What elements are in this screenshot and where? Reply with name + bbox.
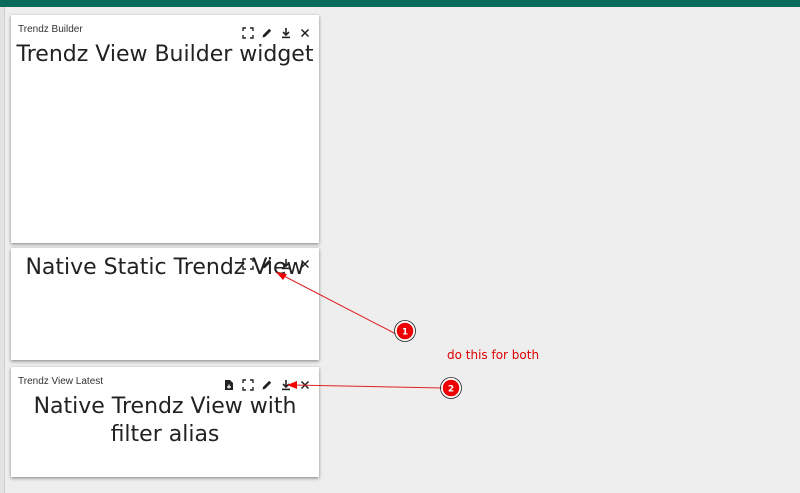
edit-icon[interactable] — [260, 257, 274, 271]
widget-trendz-view-latest: Trendz View Latest Native Trendz View wi… — [11, 367, 319, 477]
widget-toolbar — [222, 378, 312, 392]
widget-title: Trendz Builder — [18, 24, 83, 35]
annotation-marker-2: 2 — [440, 377, 462, 399]
annotation-marker-1-label: 1 — [402, 328, 408, 338]
close-icon[interactable] — [298, 26, 312, 40]
left-scroll-rail[interactable] — [0, 7, 5, 493]
widget-toolbar — [241, 26, 312, 40]
export-file-icon[interactable] — [222, 378, 236, 392]
widget-content-text: Trendz View Builder widget — [16, 42, 314, 67]
edit-icon[interactable] — [260, 26, 274, 40]
edit-icon[interactable] — [260, 378, 274, 392]
widget-title: Trendz View Latest — [18, 376, 104, 387]
widget-toolbar — [241, 257, 312, 271]
annotation-note: do this for both — [447, 348, 540, 362]
top-app-bar — [0, 0, 800, 7]
download-icon[interactable] — [279, 378, 293, 392]
close-icon[interactable] — [298, 257, 312, 271]
widget-content-text-line2: filter alias — [110, 422, 220, 447]
fullscreen-icon[interactable] — [241, 378, 255, 392]
annotation-marker-2-label: 2 — [448, 385, 454, 395]
download-icon[interactable] — [279, 257, 293, 271]
widget-content-text-line1: Native Trendz View with — [33, 394, 297, 419]
download-icon[interactable] — [279, 26, 293, 40]
widget-native-static-trendz-view: Native Static Trendz View — [11, 248, 319, 360]
annotation-marker-1: 1 — [394, 320, 416, 342]
close-icon[interactable] — [298, 378, 312, 392]
fullscreen-icon[interactable] — [241, 257, 255, 271]
widget-trendz-builder: Trendz Builder Trendz View Builder widge… — [11, 15, 319, 243]
fullscreen-icon[interactable] — [241, 26, 255, 40]
